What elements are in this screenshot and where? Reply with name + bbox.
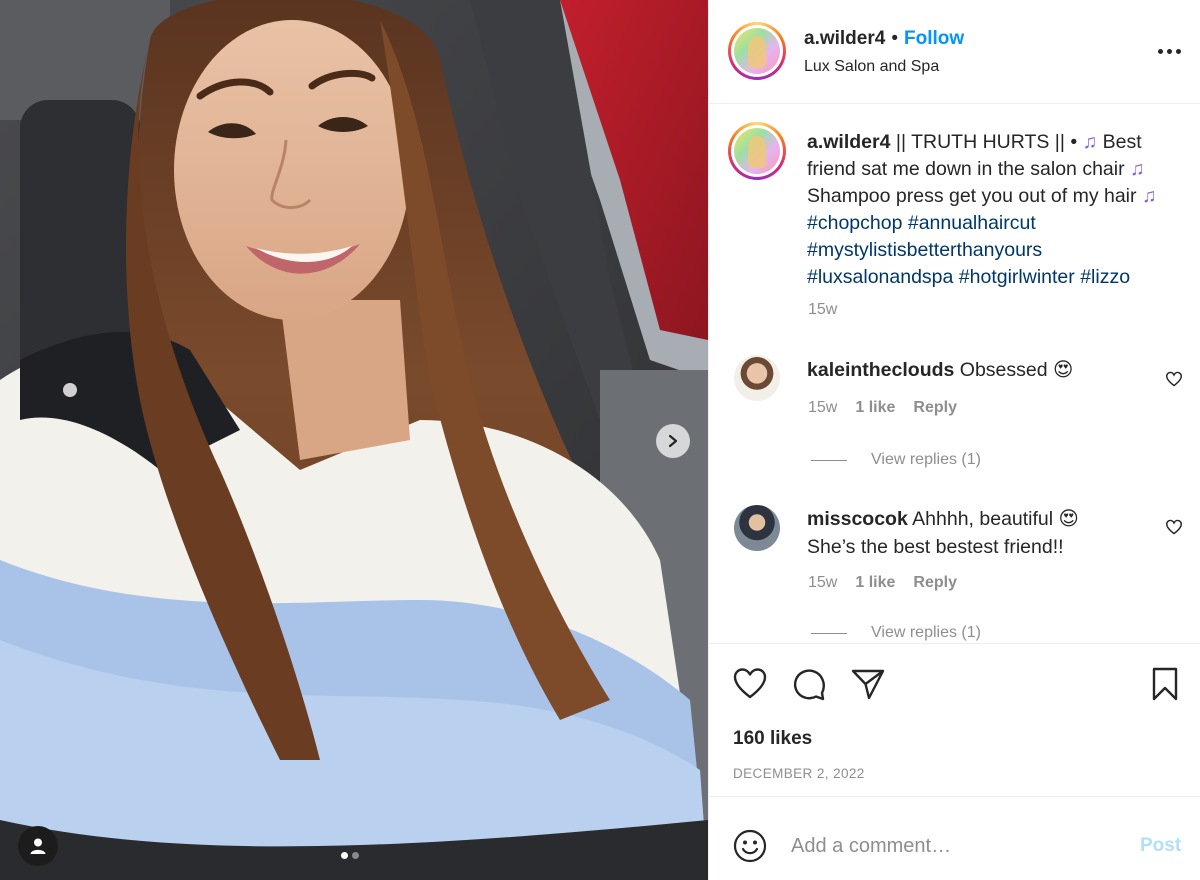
- post-photo: [0, 0, 708, 880]
- comment-text-line2: She’s the best bestest friend!!: [807, 536, 1064, 558]
- comment-bubble-icon[interactable]: [791, 666, 827, 702]
- comment-like-count[interactable]: 1 like: [855, 399, 895, 417]
- post-caption: a.wilder4 || TRUTH HURTS || • ♫ Best fri…: [807, 129, 1167, 291]
- view-replies-label: View replies (1): [871, 451, 981, 468]
- comment-meta: 15w 1 like Reply: [808, 399, 957, 417]
- hashtag-link[interactable]: #luxsalonandspa: [807, 266, 953, 288]
- likes-count[interactable]: 160 likes: [733, 728, 812, 750]
- follow-button[interactable]: Follow: [904, 28, 964, 49]
- heart-eyes-emoji: 😍: [1058, 508, 1079, 530]
- heart-eyes-emoji: 😍: [1053, 359, 1074, 381]
- comment-like-count[interactable]: 1 like: [855, 574, 895, 592]
- comment-username[interactable]: misscocok: [807, 508, 908, 530]
- comment-text: Obsessed: [959, 359, 1048, 381]
- post-comment-button[interactable]: Post: [1140, 835, 1181, 857]
- comment-username[interactable]: kaleintheclouds: [807, 359, 954, 381]
- heart-icon[interactable]: [732, 666, 768, 702]
- view-replies-button[interactable]: View replies (1): [811, 451, 981, 469]
- more-options-icon[interactable]: [1158, 43, 1184, 59]
- reply-button[interactable]: Reply: [913, 399, 957, 417]
- replies-line: [811, 459, 847, 461]
- slide-dot-active: [341, 852, 348, 859]
- caption-text-3: Shampoo press get you out of my hair: [807, 185, 1142, 207]
- hashtag-link[interactable]: #lizzo: [1080, 266, 1130, 288]
- paper-plane-icon[interactable]: [850, 666, 886, 702]
- comments-section[interactable]: a.wilder4 || TRUTH HURTS || • ♫ Best fri…: [709, 105, 1200, 642]
- author-avatar[interactable]: [728, 22, 786, 80]
- hashtag-link[interactable]: #chopchop: [807, 212, 902, 234]
- separator-dot: •: [891, 28, 898, 49]
- post-location[interactable]: Lux Salon and Spa: [804, 58, 939, 76]
- comment-item: kaleintheclouds Obsessed 😍: [807, 356, 1147, 384]
- commenter-avatar[interactable]: [734, 355, 780, 401]
- comment-input[interactable]: [791, 831, 1121, 861]
- heart-icon[interactable]: [1165, 519, 1183, 535]
- instagram-post: a.wilder4 • Follow Lux Salon and Spa a.wil…: [0, 0, 1200, 880]
- comment-item: misscocok Ahhhh, beautiful 😍 She’s the b…: [807, 505, 1147, 561]
- slide-indicator: [341, 852, 359, 859]
- view-replies-label: View replies (1): [871, 624, 981, 641]
- post-side-panel: a.wilder4 • Follow Lux Salon and Spa a.wil…: [708, 0, 1200, 880]
- music-notes-emoji: ♫: [1082, 131, 1098, 153]
- comment-meta: 15w 1 like Reply: [808, 574, 957, 592]
- comment-timestamp[interactable]: 15w: [808, 574, 837, 592]
- add-comment-bar: Post: [709, 796, 1200, 880]
- tagged-people-button[interactable]: [18, 826, 58, 866]
- caption-text-1: || TRUTH HURTS || •: [890, 131, 1083, 153]
- post-header: a.wilder4 • Follow Lux Salon and Spa: [709, 0, 1200, 104]
- post-media: [0, 0, 708, 880]
- author-username[interactable]: a.wilder4: [804, 28, 885, 49]
- view-replies-button[interactable]: View replies (1): [811, 624, 981, 642]
- next-slide-button[interactable]: [656, 424, 690, 458]
- post-date[interactable]: DECEMBER 2, 2022: [733, 766, 865, 781]
- header-user-line: a.wilder4 • Follow: [804, 28, 964, 50]
- slide-dot: [352, 852, 359, 859]
- comment-timestamp[interactable]: 15w: [808, 399, 837, 417]
- chevron-right-icon: [668, 434, 678, 448]
- bookmark-icon[interactable]: [1147, 666, 1183, 702]
- caption-username[interactable]: a.wilder4: [807, 131, 890, 153]
- hashtag-link[interactable]: #annualhaircut: [908, 212, 1036, 234]
- hashtag-link[interactable]: #hotgirlwinter: [959, 266, 1075, 288]
- heart-icon[interactable]: [1165, 371, 1183, 387]
- hashtag-link[interactable]: #mystylistisbetterthanyours: [807, 239, 1042, 261]
- music-notes-emoji: ♫: [1130, 158, 1145, 180]
- caption-author-avatar[interactable]: [728, 122, 786, 180]
- replies-line: [811, 632, 847, 634]
- post-actions: 160 likes DECEMBER 2, 2022: [709, 643, 1200, 795]
- caption-timestamp[interactable]: 15w: [808, 301, 837, 319]
- comment-text: Ahhhh, beautiful: [912, 508, 1054, 530]
- music-notes-emoji: ♫: [1141, 185, 1157, 207]
- commenter-avatar[interactable]: [734, 505, 780, 551]
- smiley-icon[interactable]: [733, 829, 767, 863]
- reply-button[interactable]: Reply: [913, 574, 957, 592]
- person-tag-icon: [30, 838, 46, 854]
